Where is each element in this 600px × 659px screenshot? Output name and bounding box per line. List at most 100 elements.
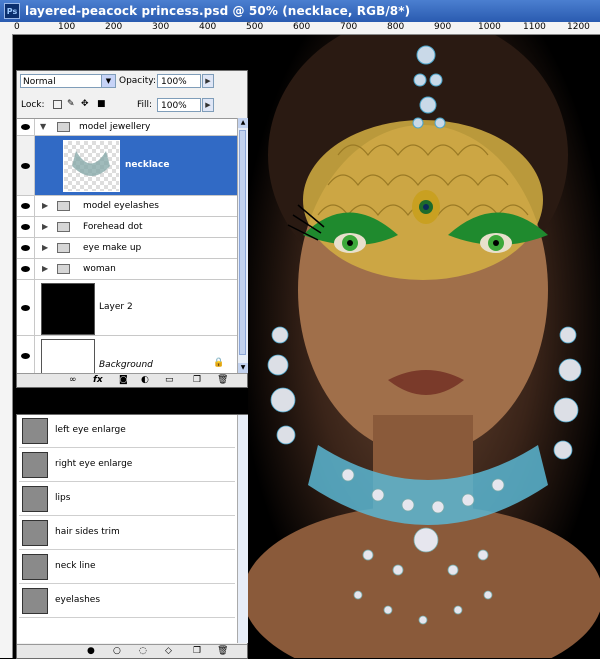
photo-canvas[interactable] xyxy=(248,35,600,658)
layer-row-woman[interactable]: ▶ woman xyxy=(17,259,237,280)
layers-panel-toolbar: ∞ fx ◙ ◐ ▭ ❐ 🗑 xyxy=(17,373,247,387)
scroll-thumb[interactable] xyxy=(239,130,246,355)
layer-thumbnail xyxy=(41,283,95,335)
layer-name: eye make up xyxy=(83,243,142,253)
layer-row-background[interactable]: Background 🔒 xyxy=(17,336,237,374)
path-name: right eye enlarge xyxy=(55,459,133,469)
paths-scrollbar[interactable] xyxy=(237,415,248,643)
folder-icon xyxy=(57,201,70,211)
ruler-label: 900 xyxy=(434,22,452,32)
scroll-down-icon[interactable]: ▼ xyxy=(238,363,248,373)
layer-name: necklace xyxy=(125,160,170,170)
ruler-label: 0 xyxy=(14,22,20,32)
path-thumbnail xyxy=(22,486,48,512)
lock-all-icon[interactable]: ■ xyxy=(97,100,106,109)
ruler-label: 500 xyxy=(246,22,264,32)
scroll-up-icon[interactable]: ▲ xyxy=(238,118,248,128)
layer-row-model-eyelashes[interactable]: ▶ model eyelashes xyxy=(17,196,237,217)
link-icon[interactable]: ∞ xyxy=(69,375,77,385)
fill-label: Fill: xyxy=(137,100,153,110)
collapse-triangle-icon[interactable]: ▶ xyxy=(42,201,48,210)
collapse-triangle-icon[interactable]: ▶ xyxy=(42,243,48,252)
layers-scrollbar[interactable]: ▲ ▼ xyxy=(237,118,248,373)
path-thumbnail xyxy=(22,554,48,580)
ruler-label: 600 xyxy=(293,22,311,32)
layer-name: model eyelashes xyxy=(83,201,159,211)
layer-row-layer-2[interactable]: Layer 2 xyxy=(17,280,237,336)
chevron-down-icon[interactable]: ▼ xyxy=(101,75,115,87)
fill-slider-button[interactable]: ▶ xyxy=(202,98,214,112)
lock-brush-icon[interactable]: ✎ xyxy=(67,100,76,109)
fill-field[interactable]: 100% xyxy=(157,98,201,112)
layer-row-forehead-dot[interactable]: ▶ Forehead dot xyxy=(17,217,237,238)
path-row[interactable]: hair sides trim xyxy=(19,517,235,550)
opacity-slider-button[interactable]: ▶ xyxy=(202,74,214,88)
visibility-toggle[interactable] xyxy=(17,119,35,135)
collapse-triangle-icon[interactable]: ▶ xyxy=(42,264,48,273)
trash-icon[interactable]: 🗑 xyxy=(217,646,228,656)
new-path-icon[interactable]: ❐ xyxy=(193,646,201,656)
ruler-label: 700 xyxy=(340,22,358,32)
layer-thumbnail xyxy=(41,339,95,374)
visibility-toggle[interactable] xyxy=(17,238,35,258)
layer-row-model-jewellery[interactable]: ▼ model jewellery xyxy=(17,119,237,136)
visibility-toggle[interactable] xyxy=(17,259,35,279)
blend-mode-select[interactable]: Normal ▼ xyxy=(20,74,116,88)
visibility-toggle[interactable] xyxy=(17,217,35,237)
peacock-princess-artwork xyxy=(248,35,600,658)
collapse-triangle-icon[interactable]: ▶ xyxy=(42,222,48,231)
paths-panel: left eye enlarge right eye enlarge lips … xyxy=(16,414,248,659)
path-row[interactable]: neck line xyxy=(19,551,235,584)
path-row[interactable]: lips xyxy=(19,483,235,516)
eye-icon xyxy=(21,266,30,272)
window-titlebar: Ps layered-peacock princess.psd @ 50% (n… xyxy=(0,0,600,22)
visibility-toggle[interactable] xyxy=(17,280,35,335)
eye-icon xyxy=(21,304,30,311)
layer-name: woman xyxy=(83,264,116,274)
paths-list: left eye enlarge right eye enlarge lips … xyxy=(17,415,237,643)
ruler-label: 1100 xyxy=(523,22,546,32)
fx-icon[interactable]: fx xyxy=(93,375,103,385)
trash-icon[interactable]: 🗑 xyxy=(217,375,228,385)
expand-triangle-icon[interactable]: ▼ xyxy=(40,122,46,131)
visibility-toggle[interactable] xyxy=(17,196,35,216)
eye-icon xyxy=(21,245,30,251)
layers-panel: Normal ▼ Opacity: 100% ▶ Lock: ✎ ✥ ■ Fil… xyxy=(16,70,248,388)
lock-move-icon[interactable]: ✥ xyxy=(81,100,90,109)
lock-transparency-icon[interactable] xyxy=(53,100,62,109)
paths-panel-toolbar: ● ○ ◌ ◇ ❐ 🗑 xyxy=(17,644,247,658)
folder-icon[interactable]: ▭ xyxy=(165,375,174,385)
visibility-toggle[interactable] xyxy=(17,336,35,374)
fill-path-icon[interactable]: ● xyxy=(87,646,95,656)
lock-label: Lock: xyxy=(21,100,45,110)
opacity-label: Opacity: xyxy=(119,76,156,86)
path-thumbnail xyxy=(22,452,48,478)
path-name: lips xyxy=(55,493,71,503)
layer-name: Forehead dot xyxy=(83,222,143,232)
photoshop-app-icon: Ps xyxy=(4,3,20,19)
ruler-label: 800 xyxy=(387,22,405,32)
folder-icon xyxy=(57,243,70,253)
adjustment-icon[interactable]: ◐ xyxy=(141,375,149,385)
path-row[interactable]: eyelashes xyxy=(19,585,235,618)
layer-name: Layer 2 xyxy=(99,302,133,312)
stroke-path-icon[interactable]: ○ xyxy=(113,646,121,656)
selection-icon[interactable]: ◌ xyxy=(139,646,147,656)
ruler-label: 1000 xyxy=(478,22,501,32)
mask-icon[interactable]: ◙ xyxy=(119,375,128,385)
layer-row-necklace[interactable]: necklace xyxy=(17,136,237,196)
layer-name: Background xyxy=(99,360,153,370)
layer-name: model jewellery xyxy=(79,122,151,132)
eye-icon xyxy=(21,203,30,209)
work-path-icon[interactable]: ◇ xyxy=(165,646,172,656)
path-name: eyelashes xyxy=(55,595,101,605)
eye-icon xyxy=(21,124,30,130)
path-row[interactable]: left eye enlarge xyxy=(19,415,235,448)
new-layer-icon[interactable]: ❐ xyxy=(193,375,201,385)
lock-icon: 🔒 xyxy=(213,358,225,368)
path-row[interactable]: right eye enlarge xyxy=(19,449,235,482)
layer-row-eye-make-up[interactable]: ▶ eye make up xyxy=(17,238,237,259)
path-thumbnail xyxy=(22,588,48,614)
visibility-toggle[interactable] xyxy=(17,136,35,195)
opacity-field[interactable]: 100% xyxy=(157,74,201,88)
